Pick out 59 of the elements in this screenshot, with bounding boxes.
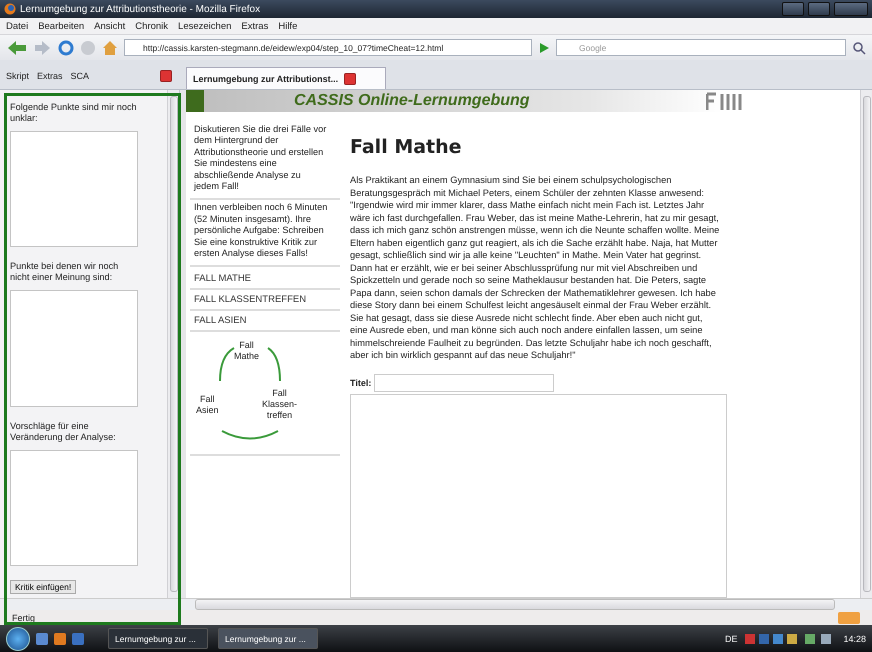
menu-item[interactable]: Hilfe [278, 20, 298, 32]
case-link[interactable]: FALL KLASSENTREFFEN [190, 290, 340, 312]
desktop-icon[interactable] [36, 632, 48, 644]
intro-text: Als Praktikant an einem Gymnasium sind Sie bei einem schulpsychologischen Beratungsgespräch mit Michael Peters, einem Schüler der zehnten Klasse anwesend: [350, 174, 705, 199]
minimize-button[interactable] [782, 2, 804, 16]
toolbar-menu[interactable]: Extras [37, 71, 63, 81]
case-heading: Fall Mathe [350, 136, 463, 158]
quote-text: "Irgendwie wird mir immer klarer, dass Mathe einfach nicht mein Fach ist. Letztes Jahr wäre ich fast durchgefallen. Frau Weber, das ist meine Mathe-Lehrerin, hat zu mir gesagt, dass ich mich ganz schön anstrengen müsse, wenn ich die Neunte schaffen wollte. Meine Eltern haben eigentlich ganz gut reagiert, als ich die Sache erzählt habe. Naja, hat Mutter gesagt, schließlich sind wir ja alle keine "Leuchten" in Mathe. Mein Vater hat gegrinst. Dann hat er erzählt, wie er bei seiner Abschlussprüfung nur mit viel Abschreiben und Spickzetteln und gerade noch so seine Matheklausur bestanden hat. Die Peters, sagte Papa dann, seien schon damals der Schrecken der Mathematiklehrer gewesen. Ich habe diese Story dann bei einem Schulfest leicht angesäuselt einmal der Frau Weber erzählt. Sie hat gesagt, dass sie diese Ausrede nicht schlecht finde. Aber eben auch nicht gut, eine Ausrede eben, und man könne sich auch noch andere einfallen lassen, um seine himmelschreiende Faulheit zu begründen. Das letzte Schuljahr habe ich noch geschafft, aber ich bin wirklich gespannt auf das neue Schuljahr!" [350, 199, 720, 362]
taskbar-button[interactable]: Lernumgebung zur ... [108, 628, 208, 649]
case-label: Fall Asien [196, 394, 219, 416]
menu-item[interactable]: Lesezeichen [178, 20, 232, 32]
scrollbar[interactable] [167, 90, 179, 598]
go-icon[interactable] [538, 42, 550, 54]
menu-item[interactable]: Bearbeiten [38, 20, 84, 32]
address-bar[interactable]: http://cassis.karsten-stegmann.de/eidew/exp04/step_10_07?timeCheat=12.html [124, 39, 532, 56]
language-indicator[interactable]: DE [724, 634, 738, 644]
title-input[interactable] [374, 374, 554, 392]
banner-square [186, 90, 204, 112]
toolbar-menu[interactable]: SCA [70, 71, 90, 81]
status-text: Fertig [12, 612, 36, 622]
menu-item[interactable]: Extras [241, 20, 268, 32]
case-label: Fall Mathe [234, 340, 260, 362]
browser-tab[interactable]: Lernumgebung zur Attributionst... [186, 67, 386, 89]
clock: 14:28 [843, 634, 866, 644]
browser-icon [4, 3, 16, 15]
taskbar-button[interactable]: Lernumgebung zur ... [218, 628, 318, 649]
home-icon[interactable] [102, 40, 118, 56]
text-area[interactable] [10, 131, 138, 248]
remaining-time-text: Ihnen verbleiben noch 6 Minuten (52 Minuten insgesamt). Ihre persönliche Aufgabe: Schreiben Sie eine konstruktive Kritik zur ersten Analyse dieses Falls! [190, 202, 340, 268]
close-icon[interactable] [344, 72, 356, 84]
text-area[interactable] [10, 290, 138, 407]
extension-icon [838, 612, 860, 624]
menu-item[interactable]: Chronik [135, 20, 168, 32]
window-title: Lernumgebung zur Attributionstheorie - Mozilla Firefox [20, 4, 262, 14]
banner-title: CASSIS Online-Lernumgebung [294, 92, 531, 110]
field-label: Folgende Punkte sind mir noch unklar: [10, 102, 138, 124]
case-link[interactable]: FALL MATHE [190, 269, 340, 290]
title-label: Titel: [350, 378, 372, 388]
menu-item[interactable]: Datei [6, 20, 28, 32]
case-link[interactable]: FALL ASIEN [190, 311, 340, 332]
insert-critique-button[interactable]: Kritik einfügen! [10, 580, 76, 594]
text-area[interactable] [10, 450, 138, 566]
menu-item[interactable]: Ansicht [94, 20, 126, 32]
browser-icon[interactable] [54, 632, 66, 644]
start-button[interactable] [6, 626, 30, 650]
case-label: Fall Klassen- treffen [262, 388, 298, 422]
reload-icon[interactable] [58, 40, 74, 56]
field-label: Punkte bei denen wir noch nicht einer Meinung sind: [10, 261, 120, 284]
toolbar-menu[interactable]: Skript [6, 71, 30, 81]
horizontal-scrollbar[interactable] [0, 598, 872, 610]
scrollbar[interactable] [860, 90, 872, 598]
back-icon[interactable] [6, 40, 28, 56]
forward-icon[interactable] [34, 40, 52, 56]
field-label: Vorschläge für eine Veränderung der Analyse: [10, 420, 117, 443]
instructions-text: Diskutieren Sie die drei Fälle vor dem Hintergrund der Attributionstheorie und erstellen Sie mindestens eine abschließende Analyse zu jedem Fall! [190, 124, 340, 200]
maximize-button[interactable] [808, 2, 830, 16]
close-button[interactable] [834, 2, 868, 16]
window-switch-icon[interactable] [72, 632, 84, 644]
search-icon[interactable] [852, 40, 866, 54]
